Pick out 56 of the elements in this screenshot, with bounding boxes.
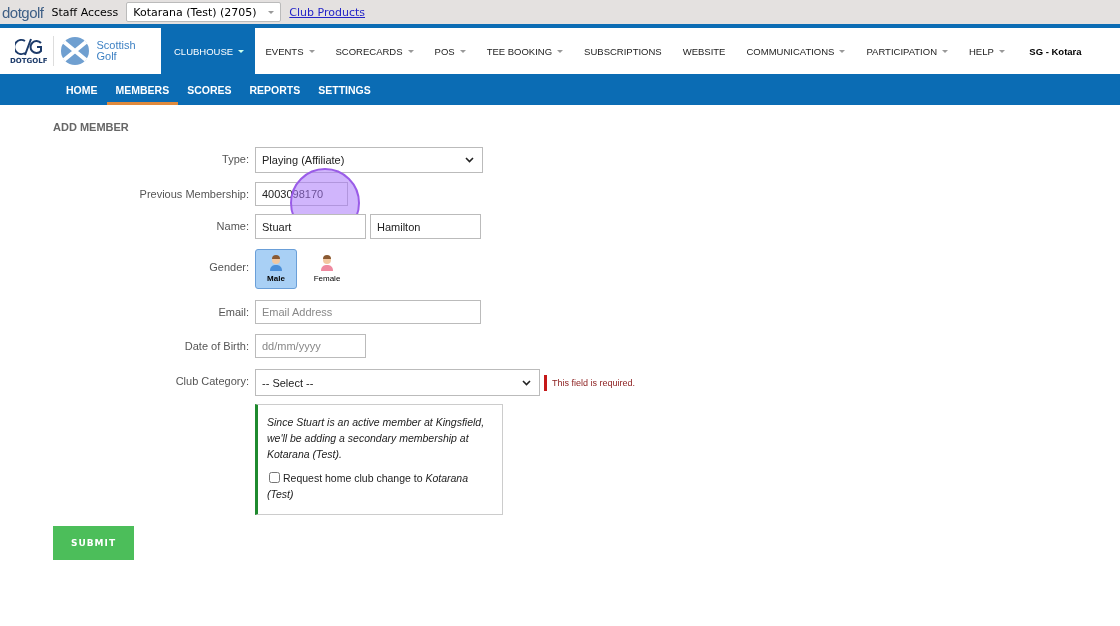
home-club-change-checkbox[interactable] bbox=[269, 472, 280, 483]
nav-menu-item[interactable]: POS bbox=[424, 28, 477, 74]
field-label: Type: bbox=[221, 152, 249, 167]
subnav-tab[interactable]: REPORTS bbox=[240, 74, 310, 105]
subnav-tab[interactable]: MEMBERS bbox=[106, 74, 179, 105]
staff-access-label: Staff Access bbox=[51, 5, 119, 19]
chevron-icon bbox=[522, 379, 531, 386]
nav-menu-item[interactable]: CLUBHOUSE bbox=[161, 28, 255, 74]
caret-icon bbox=[238, 49, 245, 53]
error-message: This field is required. bbox=[544, 375, 636, 391]
nav-menu-item[interactable]: TEE BOOKING bbox=[476, 28, 574, 74]
nav-menu-item[interactable]: PARTICIPATION bbox=[855, 28, 959, 74]
field-label: Gender: bbox=[208, 260, 249, 275]
golf-ball-icon bbox=[60, 36, 91, 66]
user-club-label: SG - Kotara bbox=[1028, 44, 1082, 59]
subnav-tab[interactable]: SCORES bbox=[178, 74, 241, 105]
page-title: ADD MEMBER bbox=[53, 121, 130, 133]
nav-menu-item[interactable]: EVENTS bbox=[255, 28, 325, 74]
person-icon bbox=[269, 255, 283, 271]
date-of-birth-input[interactable]: dd/mm/yyyy bbox=[255, 334, 366, 358]
notice-text: Since Stuart is an active member at Kingsfield, we'll be adding a secondary membership at Kotarana (Test). bbox=[267, 415, 486, 462]
club-select[interactable]: Kotarana (Test) (2705) bbox=[126, 2, 282, 22]
field-label: Date of Birth: bbox=[183, 339, 249, 354]
subnav-tab[interactable]: HOME bbox=[57, 74, 107, 105]
caret-icon bbox=[998, 49, 1005, 53]
caret-icon bbox=[557, 49, 564, 53]
scottish-golf-logo-text: Scottish Golf bbox=[96, 40, 136, 62]
first-name-input[interactable]: Stuart bbox=[255, 214, 366, 239]
membership-input[interactable]: 4003098170 bbox=[255, 182, 348, 206]
club-category-select[interactable]: -- Select -- bbox=[255, 369, 540, 396]
field-label: Club Category: bbox=[174, 374, 249, 389]
nav-menu-item[interactable]: COMMUNICATIONS bbox=[735, 28, 856, 74]
field-label: Email: bbox=[217, 305, 249, 320]
nav-menu-item[interactable]: SCORECARDS bbox=[325, 28, 425, 74]
caret-icon bbox=[407, 49, 414, 53]
caret-icon bbox=[308, 49, 315, 53]
email-input[interactable]: Email Address bbox=[255, 300, 481, 324]
club-products-link[interactable]: Club Products bbox=[289, 5, 365, 19]
caret-icon bbox=[839, 49, 846, 53]
type-select[interactable]: Playing (Affiliate) bbox=[255, 147, 483, 173]
chevron-icon bbox=[465, 157, 474, 163]
field-label: Previous Membership: bbox=[138, 187, 249, 202]
nav-menu-item[interactable]: SUBSCRIPTIONS bbox=[573, 28, 673, 74]
person-icon bbox=[320, 255, 334, 271]
field-label: Name: bbox=[215, 219, 249, 234]
subnav-tab[interactable]: SETTINGS bbox=[309, 74, 380, 105]
home-club-change-label: Request home club change to Kotarana (Test) bbox=[267, 471, 470, 502]
last-name-input[interactable]: Hamilton bbox=[370, 214, 481, 239]
caret-icon bbox=[459, 49, 466, 53]
nav-menu-item[interactable]: HELP bbox=[958, 28, 1016, 74]
gender-option[interactable]: Female bbox=[305, 249, 349, 289]
gender-option[interactable]: Male bbox=[255, 249, 297, 289]
dotgolf-logo: dotgolf bbox=[2, 3, 44, 21]
dotgolf-logo-icon bbox=[14, 37, 43, 57]
caret-icon bbox=[942, 49, 948, 53]
nav-menu-item[interactable]: WEBSITE bbox=[672, 28, 736, 74]
